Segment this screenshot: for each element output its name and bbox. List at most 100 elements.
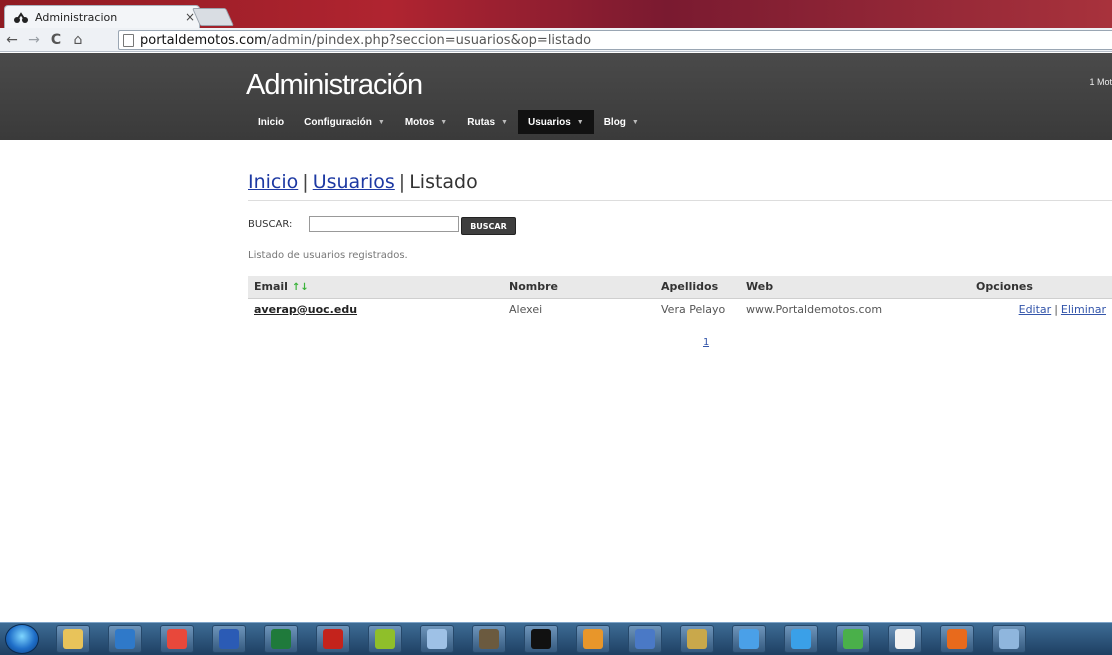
- menu-item-blog[interactable]: Blog ▼: [594, 110, 649, 134]
- column-header-email[interactable]: Email ↑↓: [248, 276, 503, 299]
- edit-link[interactable]: Editar: [1019, 303, 1052, 316]
- page-icon: [123, 33, 134, 47]
- forward-icon[interactable]: →: [24, 32, 44, 48]
- delete-link[interactable]: Eliminar: [1061, 303, 1106, 316]
- back-icon[interactable]: ←: [2, 32, 22, 48]
- breadcrumb-separator: |: [302, 171, 309, 193]
- chevron-down-icon: ▼: [576, 118, 584, 126]
- column-header-web: Web: [740, 276, 970, 299]
- gimp-taskbar-button[interactable]: [472, 625, 506, 653]
- address-bar[interactable]: portaldemotos.com/admin/pindex.php?secci…: [118, 30, 1112, 50]
- utorrent-taskbar-button[interactable]: [836, 625, 870, 653]
- menu-label: Configuración: [304, 116, 372, 128]
- start-button[interactable]: [5, 624, 39, 654]
- dreamweaver-icon: [375, 629, 395, 649]
- filezilla-taskbar-button[interactable]: [316, 625, 350, 653]
- utorrent-icon: [843, 629, 863, 649]
- console-icon: [531, 629, 551, 649]
- menu-item-rutas[interactable]: Rutas ▼: [457, 110, 518, 134]
- network-icon: [739, 629, 759, 649]
- firefox-taskbar-button[interactable]: [940, 625, 974, 653]
- notepad-taskbar-button[interactable]: [420, 625, 454, 653]
- user-email-link[interactable]: averap@uoc.edu: [254, 303, 357, 316]
- menu-item-usuarios[interactable]: Usuarios ▼: [517, 110, 594, 134]
- windows-taskbar: [0, 622, 1112, 655]
- word-taskbar-button[interactable]: [212, 625, 246, 653]
- ie-taskbar-button[interactable]: [784, 625, 818, 653]
- dreamweaver-taskbar-button[interactable]: [368, 625, 402, 653]
- site-header: Administración 1 Mot Inicio Configuració…: [0, 53, 1112, 140]
- url-host: portaldemotos.com: [140, 32, 267, 48]
- taskbar-icons: [47, 625, 1035, 653]
- explorer-taskbar-button[interactable]: [56, 625, 90, 653]
- cell-web: www.Portaldemotos.com: [746, 302, 883, 316]
- browser-toolbar: ← → C ⌂ portaldemotos.com/admin/pindex.p…: [0, 28, 1112, 52]
- main-menu: Inicio Configuración ▼ Motos ▼ Rutas ▼ U…: [248, 110, 649, 134]
- options-separator: |: [1054, 302, 1058, 316]
- sort-arrows-icon[interactable]: ↑↓: [292, 282, 309, 293]
- chevron-down-icon: ▼: [501, 118, 508, 126]
- chevron-down-icon: ▼: [440, 118, 448, 126]
- sublime-taskbar-button[interactable]: [576, 625, 610, 653]
- breadcrumb-inicio-link[interactable]: Inicio: [248, 171, 298, 193]
- search-button[interactable]: BUSCAR: [461, 217, 516, 235]
- outlook-icon: [115, 629, 135, 649]
- vb-icon: [635, 629, 655, 649]
- table-header-row: Email ↑↓ Nombre Apellidos Web Opciones: [248, 276, 1112, 299]
- cell-nombre: Alexei: [509, 302, 543, 316]
- new-tab-button[interactable]: [191, 8, 235, 26]
- site-brand[interactable]: Administración: [246, 69, 423, 102]
- menu-item-configuracion[interactable]: Configuración ▼: [294, 110, 395, 134]
- xming-icon: [895, 629, 915, 649]
- menu-item-inicio[interactable]: Inicio: [248, 110, 294, 134]
- sublime-icon: [583, 629, 603, 649]
- tool-taskbar-button[interactable]: [680, 625, 714, 653]
- column-header-nombre: Nombre: [503, 276, 655, 299]
- xming-taskbar-button[interactable]: [888, 625, 922, 653]
- chrome-taskbar-button[interactable]: [160, 625, 194, 653]
- reload-icon[interactable]: C: [46, 32, 66, 48]
- excel-taskbar-button[interactable]: [264, 625, 298, 653]
- menu-label: Blog: [603, 116, 626, 128]
- chevron-down-icon: ▼: [377, 118, 385, 126]
- breadcrumb-usuarios-link[interactable]: Usuarios: [313, 171, 395, 193]
- search-input[interactable]: [309, 216, 459, 232]
- firefox-icon: [947, 629, 967, 649]
- users-table: Email ↑↓ Nombre Apellidos Web Opciones av…: [248, 276, 1112, 320]
- column-header-apellidos: Apellidos: [655, 276, 740, 299]
- ie-icon: [791, 629, 811, 649]
- menu-label: Inicio: [258, 116, 285, 128]
- explorer-icon: [63, 629, 83, 649]
- paint-icon: [999, 629, 1019, 649]
- home-icon[interactable]: ⌂: [68, 32, 88, 48]
- browser-tab[interactable]: Administracion ×: [4, 5, 200, 28]
- column-header-opciones: Opciones: [970, 276, 1112, 299]
- chevron-down-icon: ▼: [631, 118, 639, 126]
- header-user-info[interactable]: 1 Mot: [1089, 77, 1112, 87]
- paint-taskbar-button[interactable]: [992, 625, 1026, 653]
- word-icon: [219, 629, 239, 649]
- table-row: averap@uoc.edu Alexei Vera Pelayo www.Po…: [248, 298, 1112, 320]
- column-label: Email: [254, 280, 288, 294]
- cell-email: averap@uoc.edu: [248, 298, 503, 320]
- menu-label: Motos: [404, 116, 435, 128]
- browser-tab-strip: Administracion ×: [0, 0, 1112, 28]
- motorcycle-favicon-icon: [14, 12, 28, 23]
- search-label: BUSCAR:: [248, 219, 293, 230]
- console-taskbar-button[interactable]: [524, 625, 558, 653]
- filezilla-icon: [323, 629, 343, 649]
- network-taskbar-button[interactable]: [732, 625, 766, 653]
- menu-item-motos[interactable]: Motos ▼: [395, 110, 457, 134]
- url-path: /admin/pindex.php?seccion=usuarios&op=li…: [266, 32, 592, 48]
- menu-label: Usuarios: [527, 116, 571, 128]
- outlook-taskbar-button[interactable]: [108, 625, 142, 653]
- tab-title: Administracion: [35, 10, 118, 24]
- chrome-icon: [167, 629, 187, 649]
- vb-taskbar-button[interactable]: [628, 625, 662, 653]
- divider: [248, 200, 1112, 201]
- breadcrumb-current: Listado: [409, 171, 478, 193]
- tool-icon: [687, 629, 707, 649]
- pagination-page-1[interactable]: 1: [703, 337, 709, 348]
- menu-label: Rutas: [467, 116, 496, 128]
- notepad-icon: [427, 629, 447, 649]
